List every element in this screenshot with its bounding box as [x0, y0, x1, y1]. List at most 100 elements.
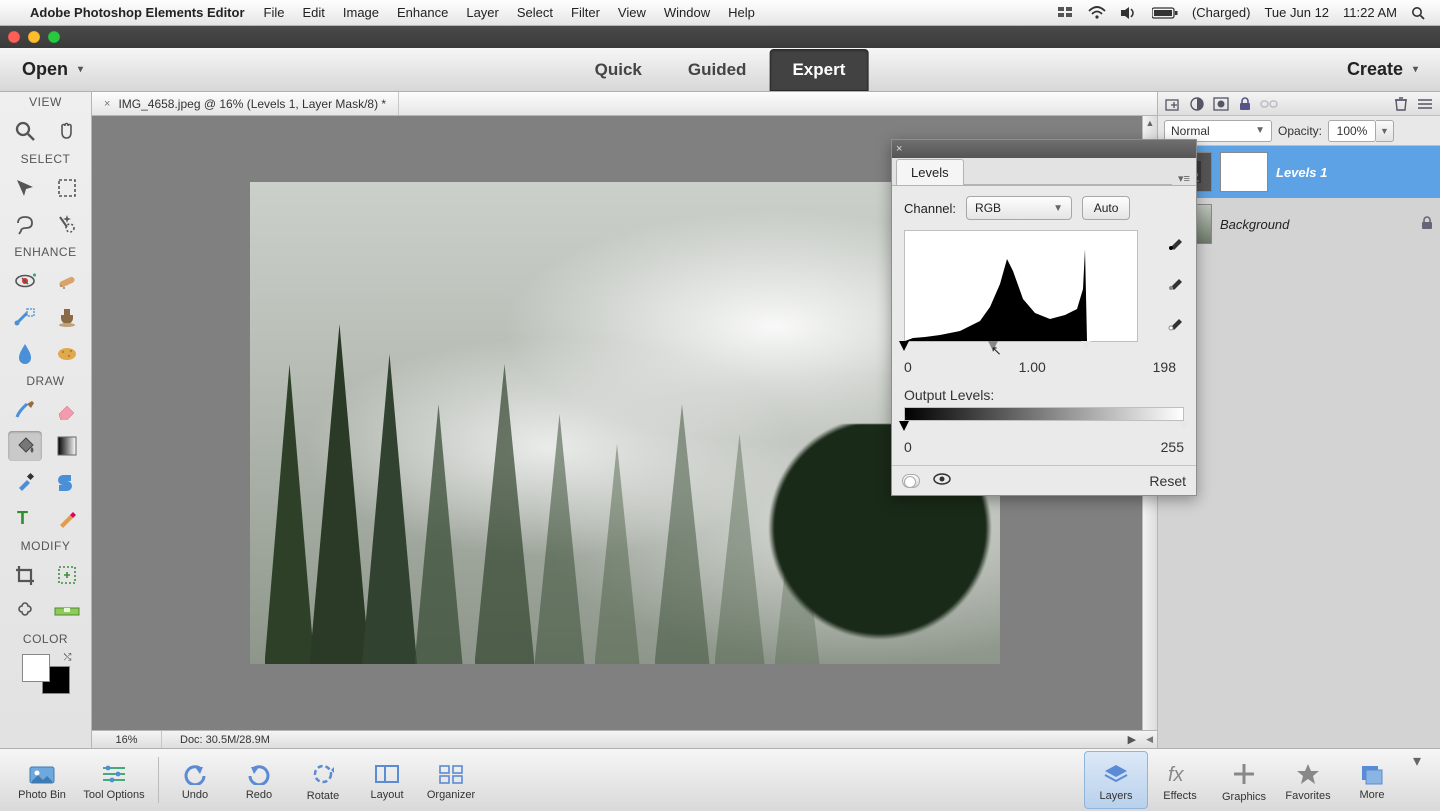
gradient-tool[interactable] [50, 431, 84, 461]
pencil-tool[interactable] [50, 503, 84, 533]
eraser-tool[interactable] [50, 395, 84, 425]
mode-tab-expert[interactable]: Expert [769, 49, 868, 91]
zoom-level[interactable]: 16% [92, 731, 162, 748]
menu-file[interactable]: File [255, 5, 294, 20]
window-close-button[interactable] [8, 31, 20, 43]
input-gamma-value[interactable]: 1.00 [1019, 359, 1046, 375]
menu-select[interactable]: Select [508, 5, 562, 20]
create-menu-button[interactable]: Create ▾ [1339, 55, 1426, 84]
link-layers-icon[interactable] [1260, 95, 1278, 113]
window-zoom-button[interactable] [48, 31, 60, 43]
more-panel-button[interactable]: More [1340, 751, 1404, 809]
effects-panel-button[interactable]: fx Effects [1148, 751, 1212, 809]
mode-tab-guided[interactable]: Guided [665, 49, 770, 90]
menu-enhance[interactable]: Enhance [388, 5, 457, 20]
redeye-tool[interactable] [8, 266, 42, 296]
menu-edit[interactable]: Edit [293, 5, 333, 20]
input-black-slider-handle[interactable] [899, 341, 909, 351]
marquee-tool[interactable] [50, 173, 84, 203]
input-white-value[interactable]: 198 [1153, 359, 1176, 375]
favorites-panel-button[interactable]: Favorites [1276, 751, 1340, 809]
document-tab[interactable]: × IMG_4658.jpeg @ 16% (Levels 1, Layer M… [92, 92, 399, 115]
layer-mask-icon[interactable] [1212, 95, 1230, 113]
app-name[interactable]: Adobe Photoshop Elements Editor [20, 5, 255, 20]
output-levels-slider[interactable] [904, 421, 1184, 433]
paint-bucket-tool[interactable] [8, 431, 42, 461]
spaces-icon[interactable] [1051, 7, 1081, 19]
lock-layer-icon[interactable] [1236, 95, 1254, 113]
organizer-button[interactable]: Organizer [419, 751, 483, 809]
visibility-toggle-icon[interactable] [932, 472, 952, 489]
status-menu-arrow-icon[interactable]: ▶ [1122, 733, 1142, 746]
clone-stamp-tool[interactable] [50, 302, 84, 332]
layer-mask-thumbnail[interactable] [1220, 152, 1268, 192]
menu-image[interactable]: Image [334, 5, 388, 20]
open-menu-button[interactable]: Open ▾ [14, 55, 91, 84]
auto-levels-button[interactable]: Auto [1082, 196, 1130, 220]
quick-selection-tool[interactable] [50, 209, 84, 239]
menu-view[interactable]: View [609, 5, 655, 20]
volume-icon[interactable] [1113, 6, 1145, 20]
color-swatch[interactable]: ⤭ [22, 654, 70, 694]
wifi-icon[interactable] [1081, 6, 1113, 20]
output-black-value[interactable]: 0 [904, 439, 912, 455]
menubar-time[interactable]: 11:22 AM [1336, 5, 1404, 20]
menubar-date[interactable]: Tue Jun 12 [1257, 5, 1336, 20]
new-layer-icon[interactable] [1164, 95, 1182, 113]
smart-brush-tool[interactable] [8, 302, 42, 332]
swap-colors-icon[interactable]: ⤭ [64, 652, 72, 663]
white-point-eyedropper-icon[interactable] [1166, 310, 1188, 332]
tool-options-button[interactable]: Tool Options [74, 751, 154, 809]
move-tool[interactable] [8, 173, 42, 203]
redo-button[interactable]: Redo [227, 751, 291, 809]
crop-tool[interactable] [8, 560, 42, 590]
levels-panel-titlebar[interactable]: × [892, 140, 1196, 158]
black-point-eyedropper-icon[interactable] [1166, 230, 1188, 252]
clip-toggle[interactable] [902, 474, 920, 488]
layer-row-background[interactable]: Background [1158, 198, 1440, 250]
spotlight-icon[interactable] [1404, 6, 1432, 20]
opacity-stepper[interactable]: ▼ [1376, 120, 1394, 142]
input-black-value[interactable]: 0 [904, 359, 912, 375]
recompose-tool[interactable] [50, 560, 84, 590]
panel-menu-icon[interactable]: ▾≡ [1172, 172, 1196, 185]
close-tab-icon[interactable]: × [104, 98, 110, 110]
channel-dropdown[interactable]: RGB ▼ [966, 196, 1072, 220]
new-adjustment-layer-icon[interactable] [1188, 95, 1206, 113]
shape-tool[interactable] [50, 467, 84, 497]
layer-row-levels[interactable]: Levels 1 [1158, 146, 1440, 198]
rotate-button[interactable]: Rotate [291, 751, 355, 809]
brush-tool[interactable] [8, 395, 42, 425]
spot-healing-tool[interactable] [50, 266, 84, 296]
menu-filter[interactable]: Filter [562, 5, 609, 20]
menu-window[interactable]: Window [655, 5, 719, 20]
battery-icon[interactable] [1145, 7, 1185, 19]
output-black-slider-handle[interactable] [899, 421, 909, 431]
input-levels-slider[interactable]: ↖ [904, 341, 1138, 353]
lasso-tool[interactable] [8, 209, 42, 239]
eyedropper-tool[interactable] [8, 467, 42, 497]
more-menu-arrow-icon[interactable]: ▾ [1404, 751, 1430, 771]
panel-menu-icon[interactable] [1416, 95, 1434, 113]
scroll-up-arrow-icon[interactable]: ▲ [1143, 116, 1157, 130]
window-minimize-button[interactable] [28, 31, 40, 43]
cookie-cutter-tool[interactable] [8, 596, 42, 626]
opacity-value[interactable]: 100% [1328, 120, 1376, 142]
close-icon[interactable]: × [896, 143, 902, 155]
hand-tool[interactable] [50, 116, 84, 146]
photo-bin-button[interactable]: Photo Bin [10, 751, 74, 809]
menu-help[interactable]: Help [719, 5, 764, 20]
layers-panel-button[interactable]: Layers [1084, 751, 1148, 809]
layout-button[interactable]: Layout [355, 751, 419, 809]
straighten-tool[interactable] [50, 596, 84, 626]
graphics-panel-button[interactable]: Graphics [1212, 751, 1276, 809]
output-white-slider-handle[interactable] [1179, 421, 1189, 431]
menu-layer[interactable]: Layer [457, 5, 508, 20]
mode-tab-quick[interactable]: Quick [572, 49, 665, 90]
foreground-color-swatch[interactable] [22, 654, 50, 682]
levels-tab[interactable]: Levels [896, 159, 964, 185]
zoom-tool[interactable] [8, 116, 42, 146]
scroll-left-arrow-icon[interactable]: ◀ [1142, 734, 1157, 745]
input-white-slider-handle[interactable] [1081, 341, 1091, 351]
reset-button[interactable]: Reset [1149, 473, 1186, 489]
